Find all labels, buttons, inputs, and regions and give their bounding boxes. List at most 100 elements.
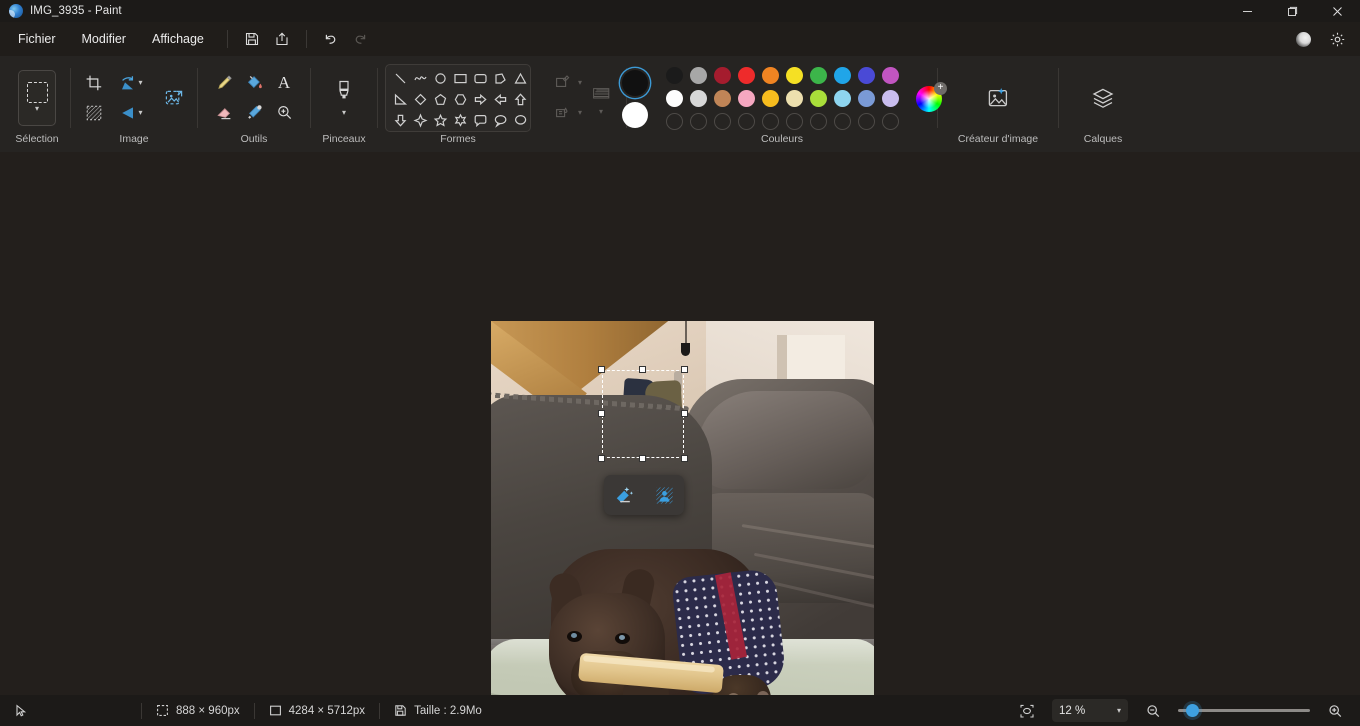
palette-swatch-row2-7[interactable] xyxy=(834,90,851,107)
chevron-down-icon[interactable]: ▾ xyxy=(35,105,39,113)
palette-swatch-row1-8[interactable] xyxy=(858,67,875,84)
palette-swatch-empty-1[interactable] xyxy=(690,113,707,130)
maximize-button[interactable] xyxy=(1270,0,1315,22)
palette-swatch-row2-1[interactable] xyxy=(690,90,707,107)
secondary-color-swatch[interactable] xyxy=(622,102,648,128)
flip-icon[interactable]: ▾ xyxy=(109,99,153,127)
primary-color-swatch[interactable] xyxy=(622,70,648,96)
magnifier-icon[interactable] xyxy=(269,99,299,127)
zoom-out-icon[interactable] xyxy=(1138,698,1168,724)
handle-middle-right[interactable] xyxy=(681,410,688,417)
oval-callout-shape[interactable] xyxy=(491,111,510,130)
six-point-star-shape[interactable] xyxy=(451,111,470,130)
palette-swatch-empty-8[interactable] xyxy=(858,113,875,130)
selection-tool-button[interactable]: ▾ xyxy=(18,70,56,126)
menu-modifier[interactable]: Modifier xyxy=(70,27,138,51)
cloud-callout-shape[interactable] xyxy=(511,111,530,130)
palette-swatch-empty-7[interactable] xyxy=(834,113,851,130)
remove-background-icon[interactable] xyxy=(79,99,109,127)
share-icon[interactable] xyxy=(267,26,297,52)
palette-swatch-row2-9[interactable] xyxy=(882,90,899,107)
handle-bottom-left[interactable] xyxy=(598,455,605,462)
palette-swatch-empty-0[interactable] xyxy=(666,113,683,130)
shape-outline-chevron-icon[interactable]: ▾ xyxy=(578,79,582,87)
palette-swatch-empty-3[interactable] xyxy=(738,113,755,130)
shape-fill-icon[interactable] xyxy=(548,99,578,127)
four-point-star-shape[interactable] xyxy=(411,111,430,130)
palette-swatch-row2-8[interactable] xyxy=(858,90,875,107)
right-triangle-shape[interactable] xyxy=(391,90,410,109)
text-icon[interactable]: A xyxy=(269,69,299,97)
pencil-icon[interactable] xyxy=(209,69,239,97)
palette-swatch-row1-2[interactable] xyxy=(714,67,731,84)
palette-swatch-empty-2[interactable] xyxy=(714,113,731,130)
palette-swatch-row2-2[interactable] xyxy=(714,90,731,107)
menu-affichage[interactable]: Affichage xyxy=(140,27,216,51)
right-arrow-shape[interactable] xyxy=(471,90,490,109)
image-creator-icon[interactable] xyxy=(978,78,1018,118)
fit-to-window-icon[interactable] xyxy=(1012,698,1042,724)
zoom-slider-thumb[interactable] xyxy=(1186,704,1199,717)
selection-marquee[interactable] xyxy=(602,370,684,458)
zoom-slider[interactable] xyxy=(1178,704,1310,718)
palette-swatch-empty-9[interactable] xyxy=(882,113,899,130)
chevron-down-icon[interactable]: ▾ xyxy=(1117,707,1121,715)
zoom-level-select[interactable]: 12 % ▾ xyxy=(1052,699,1128,722)
undo-icon[interactable] xyxy=(316,26,346,52)
handle-middle-left[interactable] xyxy=(598,410,605,417)
diamond-shape[interactable] xyxy=(411,90,430,109)
handle-top-center[interactable] xyxy=(639,366,646,373)
ellipse-shape[interactable] xyxy=(431,69,450,88)
redo-icon[interactable] xyxy=(346,26,376,52)
palette-swatch-row2-0[interactable] xyxy=(666,90,683,107)
color-picker-icon[interactable] xyxy=(239,99,269,127)
shapes-gallery[interactable] xyxy=(385,64,531,132)
triangle-shape[interactable] xyxy=(511,69,530,88)
hexagon-shape[interactable] xyxy=(451,90,470,109)
shape-fill-chevron-icon[interactable]: ▾ xyxy=(578,109,582,117)
rounded-rectangle-shape[interactable] xyxy=(471,69,490,88)
palette-swatch-empty-5[interactable] xyxy=(786,113,803,130)
resize-image-icon[interactable] xyxy=(159,84,189,112)
chevron-down-icon[interactable]: ▾ xyxy=(342,109,346,117)
up-arrow-shape[interactable] xyxy=(511,90,530,109)
settings-gear-icon[interactable] xyxy=(1322,26,1352,52)
palette-swatch-row2-3[interactable] xyxy=(738,90,755,107)
flip-dropdown-chevron-icon[interactable]: ▾ xyxy=(138,109,142,117)
palette-swatch-row1-3[interactable] xyxy=(738,67,755,84)
layers-icon[interactable] xyxy=(1083,78,1123,118)
crop-icon[interactable] xyxy=(79,69,109,97)
shape-outline-icon[interactable] xyxy=(548,69,578,97)
handle-top-left[interactable] xyxy=(598,366,605,373)
stroke-width-chevron-icon[interactable]: ▾ xyxy=(599,108,603,116)
down-arrow-shape[interactable] xyxy=(391,111,410,130)
menu-fichier[interactable]: Fichier xyxy=(6,27,68,51)
palette-swatch-row1-6[interactable] xyxy=(810,67,827,84)
palette-swatch-row2-4[interactable] xyxy=(762,90,779,107)
fill-bucket-icon[interactable] xyxy=(239,69,269,97)
polygon-shape[interactable] xyxy=(491,69,510,88)
five-point-star-shape[interactable] xyxy=(431,111,450,130)
remove-background-icon[interactable] xyxy=(649,480,679,510)
minimize-button[interactable] xyxy=(1225,0,1270,22)
palette-swatch-empty-6[interactable] xyxy=(810,113,827,130)
rotate-dropdown-chevron-icon[interactable]: ▾ xyxy=(138,79,142,87)
handle-bottom-center[interactable] xyxy=(639,455,646,462)
eraser-icon[interactable] xyxy=(209,99,239,127)
save-icon[interactable] xyxy=(237,26,267,52)
handle-top-right[interactable] xyxy=(681,366,688,373)
palette-swatch-row1-7[interactable] xyxy=(834,67,851,84)
canvas-area[interactable] xyxy=(0,152,1360,695)
theme-moon-icon[interactable] xyxy=(1288,26,1318,52)
palette-swatch-row1-0[interactable] xyxy=(666,67,683,84)
palette-swatch-empty-4[interactable] xyxy=(762,113,779,130)
close-button[interactable] xyxy=(1315,0,1360,22)
brush-tool-button[interactable]: ▾ xyxy=(324,70,364,126)
rounded-callout-shape[interactable] xyxy=(471,111,490,130)
palette-swatch-row1-5[interactable] xyxy=(786,67,803,84)
left-arrow-shape[interactable] xyxy=(491,90,510,109)
line-shape[interactable] xyxy=(391,69,410,88)
rectangle-shape[interactable] xyxy=(451,69,470,88)
stroke-width-icon[interactable] xyxy=(586,80,616,108)
palette-swatch-row1-9[interactable] xyxy=(882,67,899,84)
